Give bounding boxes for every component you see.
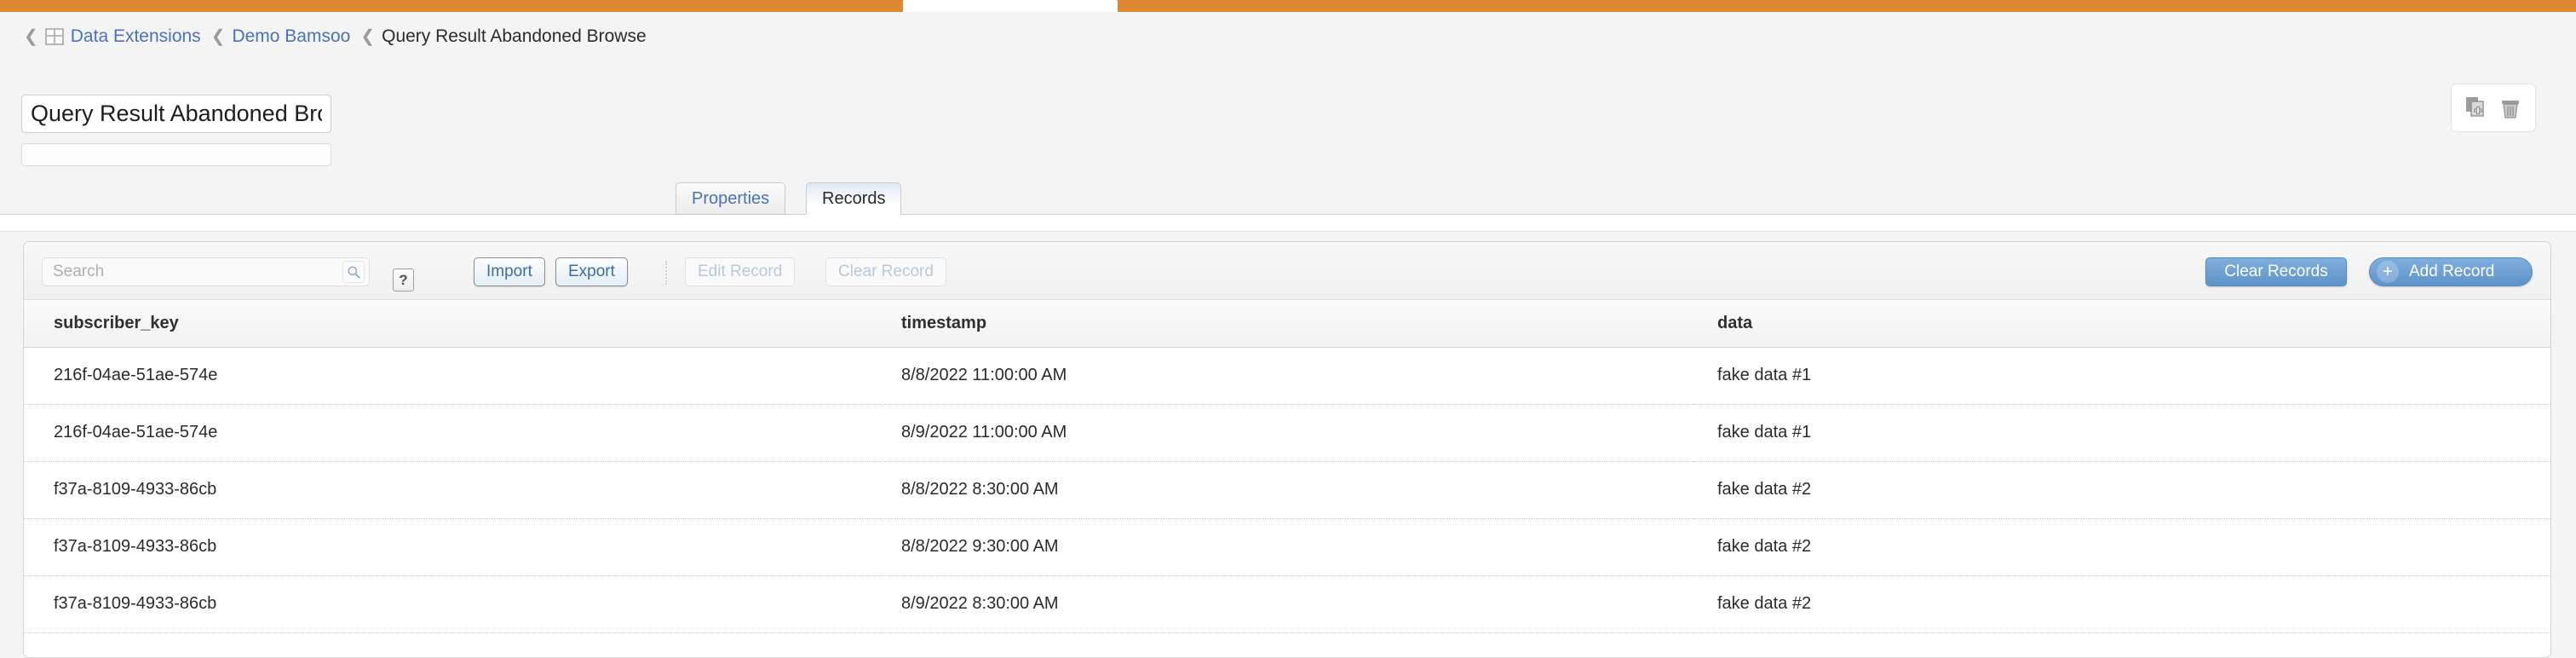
tab-strip: Properties Records [0,176,2576,215]
clear-records-button[interactable]: Clear Records [2205,257,2347,286]
cell-data: fake data #1 [1693,404,2550,462]
breadcrumb-chevron-icon: ❮ [210,27,226,46]
plus-icon: + [2377,261,2399,283]
delete-icon[interactable] [2498,95,2523,121]
cell-data: fake data #2 [1693,518,2550,576]
column-header-data[interactable]: data [1693,300,2550,348]
search-input[interactable] [42,257,370,286]
tab-content-separator [0,215,2576,232]
breadcrumb-item-current: Query Result Abandoned Browse [382,26,647,46]
cell-subscriber-key: f37a-8109-4933-86cb [24,461,880,519]
cell-data: fake data #1 [1693,347,2550,405]
tab-properties[interactable]: Properties [676,182,786,215]
page-title-input[interactable] [21,95,331,133]
help-button[interactable]: ? [393,268,414,291]
record-actions-panel [2451,84,2536,132]
cell-subscriber-key: f37a-8109-4933-86cb [24,518,880,576]
records-panel: ? Import Export Edit Record Clear Record… [23,241,2551,658]
cell-timestamp: 8/9/2022 11:00:00 AM [880,404,1693,462]
clear-records-button-label: Clear Records [2224,263,2328,280]
duplicate-icon[interactable] [2464,95,2489,121]
page-description-input[interactable] [21,143,331,166]
table-row[interactable]: f37a-8109-4933-86cb 8/8/2022 9:30:00 AM … [24,518,2550,576]
breadcrumb-item-demo-bamsoo[interactable]: Demo Bamsoo [232,26,350,47]
table-row[interactable]: 216f-04ae-51ae-574e 8/9/2022 11:00:00 AM… [24,404,2550,462]
edit-record-button-label: Edit Record [698,263,783,280]
clear-record-button: Clear Record [825,257,946,286]
tab-records[interactable]: Records [806,182,902,215]
search-icon[interactable] [342,261,365,283]
tab-properties-label: Properties [692,188,770,208]
cell-timestamp: 8/8/2022 9:30:00 AM [880,518,1693,576]
cell-data: fake data #2 [1693,461,2550,519]
add-record-button[interactable]: + Add Record [2369,257,2533,286]
export-button-label: Export [568,263,615,280]
import-button[interactable]: Import [474,257,545,286]
clear-record-button-label: Clear Record [838,263,934,280]
cell-timestamp: 8/8/2022 8:30:00 AM [880,461,1693,519]
breadcrumb-chevron-icon: ❮ [360,27,376,46]
tab-records-label: Records [822,188,886,208]
column-header-timestamp[interactable]: timestamp [880,300,1693,348]
cell-subscriber-key: 216f-04ae-51ae-574e [24,404,880,462]
breadcrumb-item-data-extensions[interactable]: Data Extensions [71,26,201,47]
table-header-row: subscriber_key timestamp data [24,300,2550,348]
records-toolbar: ? Import Export Edit Record Clear Record… [24,242,2550,300]
add-record-button-label: Add Record [2409,263,2495,280]
table-row[interactable]: f37a-8109-4933-86cb 8/9/2022 8:30:00 AM … [24,575,2550,633]
search-field-wrapper [42,257,370,286]
app-top-bar [0,0,2576,12]
cell-subscriber-key: f37a-8109-4933-86cb [24,575,880,633]
cell-timestamp: 8/9/2022 8:30:00 AM [880,575,1693,633]
app-browser-tab[interactable] [903,0,1118,12]
cell-data: fake data #2 [1693,575,2550,633]
records-table: subscriber_key timestamp data 216f-04ae-… [24,300,2550,633]
export-button[interactable]: Export [555,257,628,286]
data-extensions-grid-icon [44,28,64,45]
toolbar-divider [665,261,667,285]
column-header-subscriber-key[interactable]: subscriber_key [24,300,880,348]
cell-subscriber-key: 216f-04ae-51ae-574e [24,347,880,405]
table-row[interactable]: 216f-04ae-51ae-574e 8/8/2022 11:00:00 AM… [24,347,2550,405]
breadcrumb: ❮ Data Extensions ❮ Demo Bamsoo ❮ Query … [22,26,647,48]
edit-record-button: Edit Record [685,257,796,286]
import-button-label: Import [486,263,532,280]
table-row[interactable]: f37a-8109-4933-86cb 8/8/2022 8:30:00 AM … [24,461,2550,519]
cell-timestamp: 8/8/2022 11:00:00 AM [880,347,1693,405]
breadcrumb-chevron-icon: ❮ [24,27,38,46]
